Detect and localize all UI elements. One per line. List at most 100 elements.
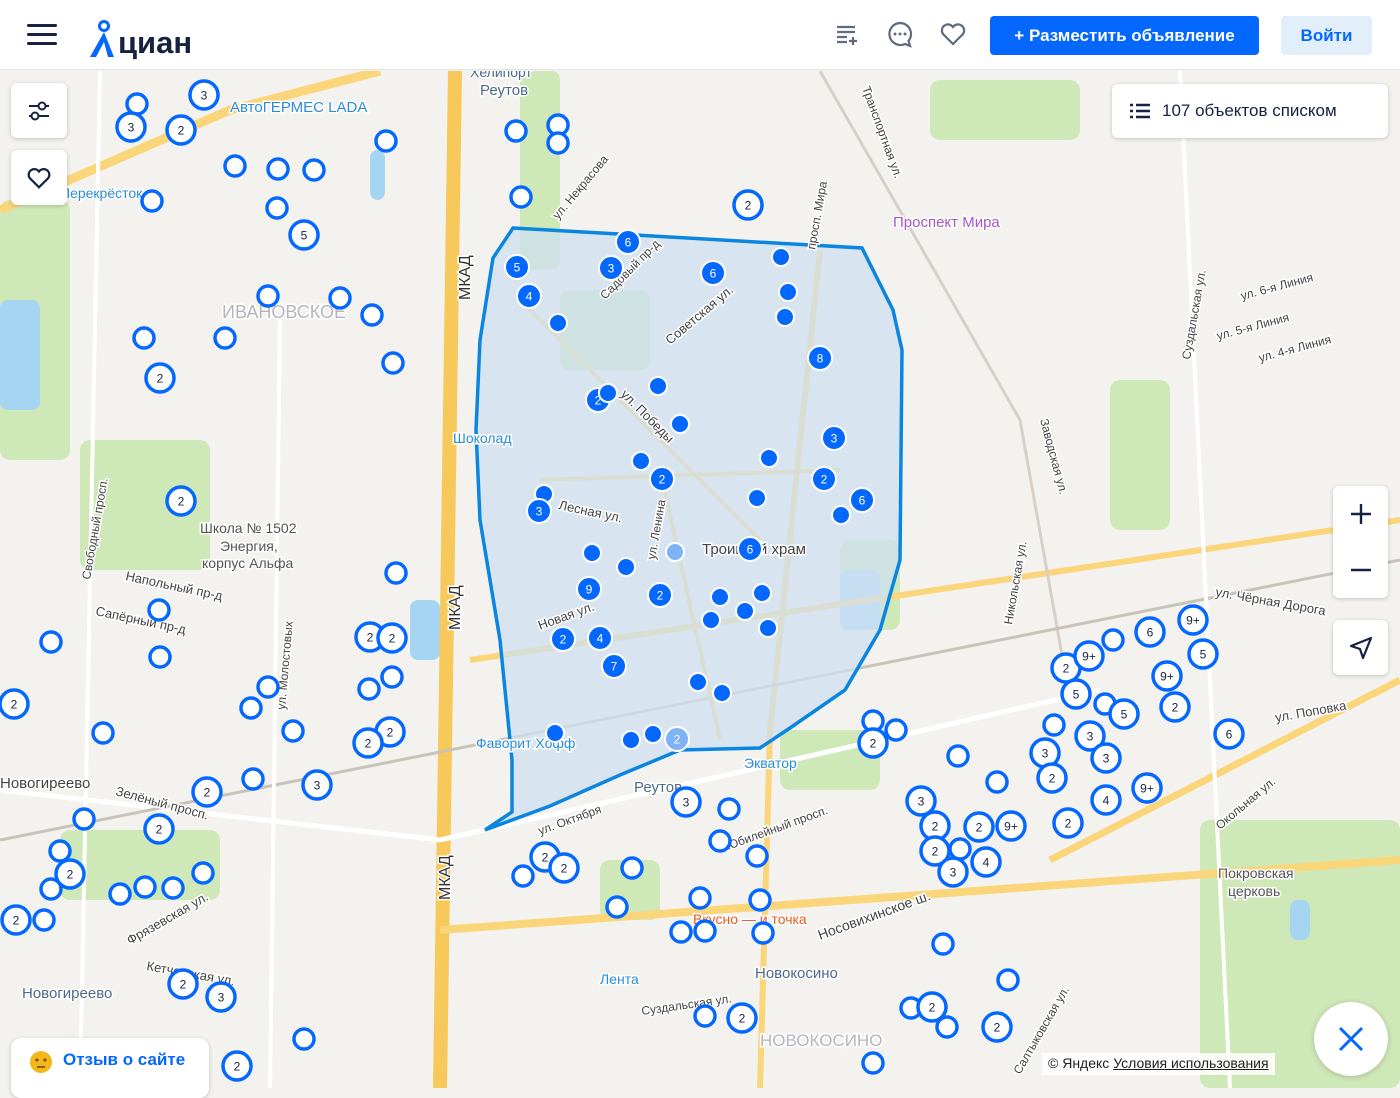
listing-marker[interactable] <box>511 864 535 888</box>
feedback-button[interactable]: Отзыв о сайте <box>11 1038 209 1098</box>
login-button[interactable]: Войти <box>1281 16 1372 55</box>
compare-list-icon[interactable] <box>834 20 862 48</box>
listing-marker[interactable] <box>509 185 533 209</box>
cluster-marker[interactable]: 2 <box>811 466 837 492</box>
listing-marker[interactable] <box>712 683 732 703</box>
close-button[interactable] <box>1314 1002 1388 1076</box>
cluster-marker[interactable]: 4 <box>516 283 542 309</box>
cluster-marker[interactable]: 3 <box>1090 742 1122 774</box>
cluster-marker[interactable]: 2 <box>1159 691 1191 723</box>
listing-marker[interactable] <box>758 618 778 638</box>
list-view-button[interactable]: 107 объектов списком <box>1112 84 1388 138</box>
post-ad-button[interactable]: + Разместить объявление <box>990 16 1259 55</box>
listing-marker[interactable] <box>710 587 730 607</box>
geolocation-button[interactable] <box>1333 620 1388 675</box>
listing-marker[interactable] <box>648 376 668 396</box>
cluster-marker[interactable]: 9+ <box>995 810 1027 842</box>
cluster-marker[interactable]: 5 <box>1060 678 1092 710</box>
cluster-marker[interactable]: 2 <box>144 362 176 394</box>
cluster-marker[interactable]: 3 <box>205 981 237 1013</box>
listing-marker[interactable] <box>191 861 215 885</box>
cluster-marker[interactable]: 2 <box>664 726 690 752</box>
cluster-marker[interactable]: 6 <box>737 536 763 562</box>
heart-icon[interactable] <box>939 20 967 48</box>
filters-button[interactable] <box>11 83 67 138</box>
listing-marker[interactable] <box>39 877 63 901</box>
cluster-marker[interactable]: 6 <box>849 487 875 513</box>
listing-marker[interactable] <box>133 875 157 899</box>
listing-marker[interactable] <box>735 601 755 621</box>
listing-marker[interactable] <box>621 730 641 750</box>
listing-marker[interactable] <box>778 282 798 302</box>
listing-marker[interactable] <box>140 189 164 213</box>
listing-marker[interactable] <box>582 543 602 563</box>
cluster-marker[interactable]: 2 <box>649 466 675 492</box>
listing-marker[interactable] <box>302 158 326 182</box>
cluster-marker[interactable]: 2 <box>165 485 197 517</box>
cluster-marker[interactable]: 3 <box>905 785 937 817</box>
listing-marker[interactable] <box>32 908 56 932</box>
listing-marker[interactable] <box>670 414 690 434</box>
listing-marker[interactable] <box>374 129 398 153</box>
cluster-marker[interactable]: 7 <box>601 653 627 679</box>
listing-marker[interactable] <box>616 557 636 577</box>
listing-marker[interactable] <box>701 610 721 630</box>
cluster-marker[interactable]: 6 <box>700 260 726 286</box>
listing-marker[interactable] <box>1101 628 1125 652</box>
cluster-marker[interactable]: 2 <box>647 582 673 608</box>
zoom-out-button[interactable] <box>1333 542 1388 598</box>
listing-marker[interactable] <box>605 895 629 919</box>
listing-marker[interactable] <box>631 451 651 471</box>
cluster-marker[interactable]: 9 <box>576 576 602 602</box>
listing-marker[interactable] <box>545 723 565 743</box>
cluster-marker[interactable]: 3 <box>301 769 333 801</box>
cluster-marker[interactable]: 6 <box>1213 718 1245 750</box>
cluster-marker[interactable]: 5 <box>504 254 530 280</box>
listing-marker[interactable] <box>1042 713 1066 737</box>
cluster-marker[interactable]: 9+ <box>1131 772 1163 804</box>
cluster-marker[interactable]: 2 <box>548 852 580 884</box>
cluster-marker[interactable]: 2 <box>191 776 223 808</box>
listing-marker[interactable] <box>504 119 528 143</box>
listing-marker[interactable] <box>266 157 290 181</box>
cluster-marker[interactable]: 2 <box>963 811 995 843</box>
listing-marker[interactable] <box>771 247 791 267</box>
listing-marker[interactable] <box>620 856 644 880</box>
listing-marker[interactable] <box>935 1015 959 1039</box>
listing-marker[interactable] <box>831 505 851 525</box>
listing-marker[interactable] <box>360 303 384 327</box>
cluster-marker[interactable]: 6 <box>1134 616 1166 648</box>
zoom-in-button[interactable] <box>1333 486 1388 542</box>
listing-marker[interactable] <box>759 448 779 468</box>
listing-marker[interactable] <box>598 383 618 403</box>
listing-marker[interactable] <box>751 921 775 945</box>
cluster-marker[interactable]: 4 <box>970 846 1002 878</box>
listing-marker[interactable] <box>381 351 405 375</box>
listing-marker[interactable] <box>213 326 237 350</box>
chat-icon[interactable] <box>886 20 914 48</box>
listing-marker[interactable] <box>147 598 171 622</box>
cluster-marker[interactable]: 2 <box>143 813 175 845</box>
listing-marker[interactable] <box>161 876 185 900</box>
listing-marker[interactable] <box>72 807 96 831</box>
cluster-marker[interactable]: 3 <box>598 255 624 281</box>
listing-marker[interactable] <box>91 721 115 745</box>
map-canvas[interactable]: Хелипорт Реутов АвтоГЕРМЕС LADA Перекрёсток… <box>0 63 1400 1089</box>
cluster-marker[interactable]: 3 <box>526 498 552 524</box>
cluster-marker[interactable]: 2 <box>165 114 197 146</box>
listing-marker[interactable] <box>546 131 570 155</box>
listing-marker[interactable] <box>132 326 156 350</box>
listing-marker[interactable] <box>747 488 767 508</box>
listing-marker[interactable] <box>281 719 305 743</box>
listing-marker[interactable] <box>292 1027 316 1051</box>
cluster-marker[interactable]: 4 <box>1090 784 1122 816</box>
listing-marker[interactable] <box>946 744 970 768</box>
listing-marker[interactable] <box>241 767 265 791</box>
listing-marker[interactable] <box>256 284 280 308</box>
listing-marker[interactable] <box>948 837 972 861</box>
cluster-marker[interactable]: 3 <box>937 856 969 888</box>
listing-marker[interactable] <box>39 630 63 654</box>
cluster-marker[interactable]: 3 <box>188 79 220 111</box>
listing-marker[interactable] <box>328 286 352 310</box>
cluster-marker[interactable]: 2 <box>726 1002 758 1034</box>
